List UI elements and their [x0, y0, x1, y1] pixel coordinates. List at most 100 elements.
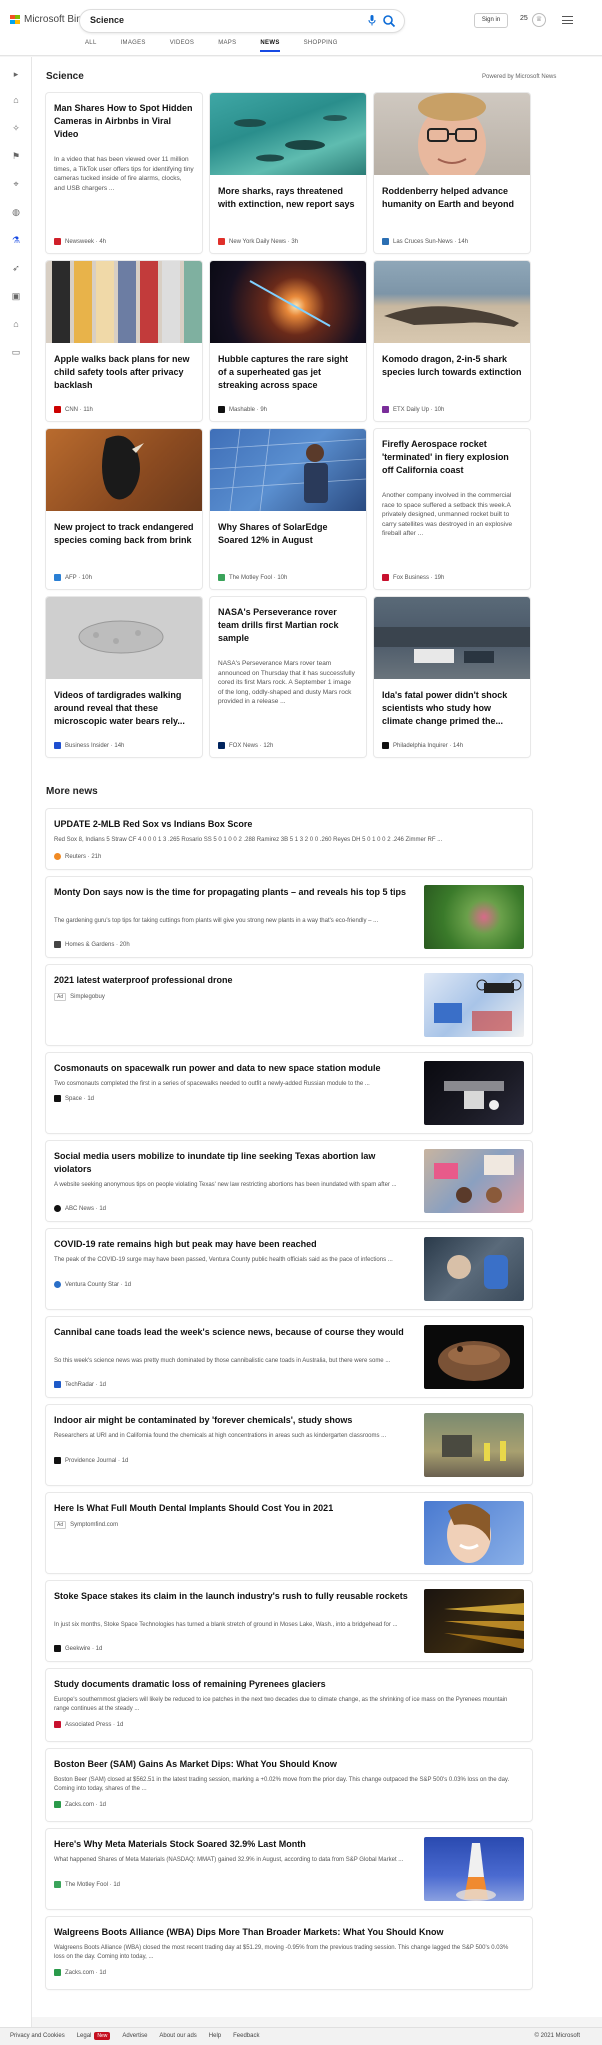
news-card[interactable]: Hubble captures the rare sight of a supe… [210, 261, 366, 421]
card-title[interactable]: New project to track endangered species … [54, 521, 194, 547]
tab-shopping[interactable]: SHOPPING [304, 40, 338, 52]
card-title[interactable]: Man Shares How to Spot Hidden Cameras in… [54, 102, 194, 141]
news-title[interactable]: Walgreens Boots Alliance (WBA) Dips More… [54, 1926, 524, 1939]
card-title[interactable]: Why Shares of SolarEdge Soared 12% in Au… [218, 521, 358, 547]
news-card[interactable]: Apple walks back plans for new child saf… [46, 261, 202, 421]
tab-maps[interactable]: MAPS [218, 40, 236, 52]
news-card[interactable]: Firefly Aerospace rocket 'terminated' in… [374, 429, 530, 589]
sidebar: ▸ ⌂ ✧ ⚑ ⌖ ◍ ⚗ ➶ ▣ ⌂ ▭ [0, 57, 32, 2027]
news-card[interactable]: Videos of tardigrades walking around rev… [46, 597, 202, 757]
news-card[interactable]: NASA's Perseverance rover team drills fi… [210, 597, 366, 757]
news-card[interactable]: Ida's fatal power didn't shock scientist… [374, 597, 530, 757]
news-title[interactable]: Study documents dramatic loss of remaini… [54, 1678, 524, 1691]
news-item[interactable]: Study documents dramatic loss of remaini… [46, 1669, 532, 1741]
news-card[interactable]: Why Shares of SolarEdge Soared 12% in Au… [210, 429, 366, 589]
news-item[interactable]: Walgreens Boots Alliance (WBA) Dips More… [46, 1917, 532, 1989]
news-title[interactable]: Here Is What Full Mouth Dental Implants … [54, 1502, 414, 1515]
card-icon[interactable]: ▭ [9, 345, 23, 359]
rewards-trophy-icon[interactable]: ♕ [532, 13, 546, 27]
menu-icon[interactable] [562, 16, 573, 27]
footer-link-legal[interactable]: Legal New [77, 2032, 111, 2040]
rocket-engine-image [424, 1589, 524, 1653]
news-description: Researchers at URI and in California fou… [54, 1433, 387, 1439]
card-title[interactable]: Hubble captures the rare sight of a supe… [218, 353, 358, 392]
shuttle-image [424, 1837, 524, 1901]
footer-link-advertise[interactable]: Advertise [122, 2033, 147, 2039]
tab-videos[interactable]: VIDEOS [170, 40, 194, 52]
news-title[interactable]: Stoke Space stakes its claim in the laun… [54, 1590, 414, 1603]
news-item[interactable]: Social media users mobilize to inundate … [46, 1141, 532, 1221]
news-card[interactable]: More sharks, rays threatened with extinc… [210, 93, 366, 253]
home-icon[interactable]: ⌂ [9, 93, 23, 107]
search-icon[interactable] [382, 14, 396, 28]
news-item[interactable]: 2021 latest waterproof professional dron… [46, 965, 532, 1045]
search-box[interactable]: Science [80, 10, 404, 32]
tab-news[interactable]: NEWS [260, 40, 280, 52]
tardigrade-image [46, 597, 202, 679]
footer-link-help[interactable]: Help [209, 2033, 221, 2039]
card-title[interactable]: NASA's Perseverance rover team drills fi… [218, 606, 358, 645]
news-item[interactable]: Monty Don says now is the time for propa… [46, 877, 532, 957]
flag-icon[interactable]: ⚑ [9, 149, 23, 163]
bank-icon[interactable]: ⌂ [9, 317, 23, 331]
footer-link-feedback[interactable]: Feedback [233, 2033, 259, 2039]
iphones-image [46, 261, 202, 343]
card-title[interactable]: Ida's fatal power didn't shock scientist… [382, 689, 522, 728]
news-item[interactable]: COVID-19 rate remains high but peak may … [46, 1229, 532, 1309]
location-icon[interactable]: ⌖ [9, 177, 23, 191]
card-title[interactable]: Apple walks back plans for new child saf… [54, 353, 194, 392]
search-input[interactable]: Science [90, 15, 124, 25]
bing-logo[interactable]: Microsoft Bing [10, 14, 87, 25]
microphone-icon[interactable] [366, 15, 378, 27]
rocket-icon[interactable]: ➶ [9, 261, 23, 275]
news-title[interactable]: Boston Beer (SAM) Gains As Market Dips: … [54, 1758, 524, 1771]
news-title[interactable]: Indoor air might be contaminated by 'for… [54, 1414, 414, 1427]
news-title[interactable]: 2021 latest waterproof professional dron… [54, 974, 414, 987]
inquirer-icon [382, 742, 389, 749]
footer-link-privacy[interactable]: Privacy and Cookies [10, 2033, 65, 2039]
news-description: Red Sox 8, Indians 5 Straw CF 4 0 0 0 1 … [54, 837, 443, 843]
news-item[interactable]: Here Is What Full Mouth Dental Implants … [46, 1493, 532, 1573]
expand-sidebar-icon[interactable]: ▸ [9, 67, 23, 81]
powered-by[interactable]: Powered by Microsoft News [482, 74, 556, 80]
news-item[interactable]: Here's Why Meta Materials Stock Soared 3… [46, 1829, 532, 1909]
sign-in-button[interactable]: Sign in [474, 13, 508, 28]
globe-icon[interactable]: ◍ [9, 205, 23, 219]
news-title[interactable]: Monty Don says now is the time for propa… [54, 886, 414, 899]
news-item[interactable]: Cosmonauts on spacewalk run power and da… [46, 1053, 532, 1133]
news-title[interactable]: Social media users mobilize to inundate … [54, 1150, 414, 1176]
news-description: In just six months, Stoke Space Technolo… [54, 1622, 398, 1628]
footer-link-about-ads[interactable]: About our ads [159, 2033, 196, 2039]
card-title[interactable]: Firefly Aerospace rocket 'terminated' in… [382, 438, 522, 477]
covid-test-image [424, 1237, 524, 1301]
news-source: Space · 1d [54, 1095, 94, 1102]
news-item[interactable]: Cannibal cane toads lead the week's scie… [46, 1317, 532, 1397]
tab-all[interactable]: ALL [85, 40, 97, 52]
card-source: The Motley Fool · 10h [218, 574, 287, 581]
news-item[interactable]: Boston Beer (SAM) Gains As Market Dips: … [46, 1749, 532, 1821]
news-title[interactable]: UPDATE 2-MLB Red Sox vs Indians Box Scor… [54, 818, 252, 831]
card-title[interactable]: Videos of tardigrades walking around rev… [54, 689, 194, 728]
news-title[interactable]: Here's Why Meta Materials Stock Soared 3… [54, 1838, 414, 1851]
flood-image [374, 597, 530, 679]
news-card[interactable]: Roddenberry helped advance humanity on E… [374, 93, 530, 253]
card-title[interactable]: More sharks, rays threatened with extinc… [218, 185, 358, 211]
tab-images[interactable]: IMAGES [121, 40, 146, 52]
news-card[interactable]: Man Shares How to Spot Hidden Cameras in… [46, 93, 202, 253]
news-item[interactable]: Stoke Space stakes its claim in the laun… [46, 1581, 532, 1661]
news-card[interactable]: Komodo dragon, 2-in-5 shark species lurc… [374, 261, 530, 421]
card-title[interactable]: Komodo dragon, 2-in-5 shark species lurc… [382, 353, 522, 379]
news-card[interactable]: New project to track endangered species … [46, 429, 202, 589]
sparkle-icon[interactable]: ✧ [9, 121, 23, 135]
news-title[interactable]: COVID-19 rate remains high but peak may … [54, 1238, 414, 1251]
card-title[interactable]: Roddenberry helped advance humanity on E… [382, 185, 522, 211]
news-item[interactable]: Indoor air might be contaminated by 'for… [46, 1405, 532, 1485]
news-title[interactable]: Cosmonauts on spacewalk run power and da… [54, 1062, 414, 1075]
science-icon[interactable]: ⚗ [9, 233, 23, 247]
zacks-icon [54, 1969, 61, 1976]
rewards-count[interactable]: 25 [520, 15, 528, 22]
briefcase-icon[interactable]: ▣ [9, 289, 23, 303]
news-title[interactable]: Cannibal cane toads lead the week's scie… [54, 1326, 414, 1339]
news-item[interactable]: UPDATE 2-MLB Red Sox vs Indians Box Scor… [46, 809, 532, 869]
card-source: Business Insider · 14h [54, 742, 124, 749]
